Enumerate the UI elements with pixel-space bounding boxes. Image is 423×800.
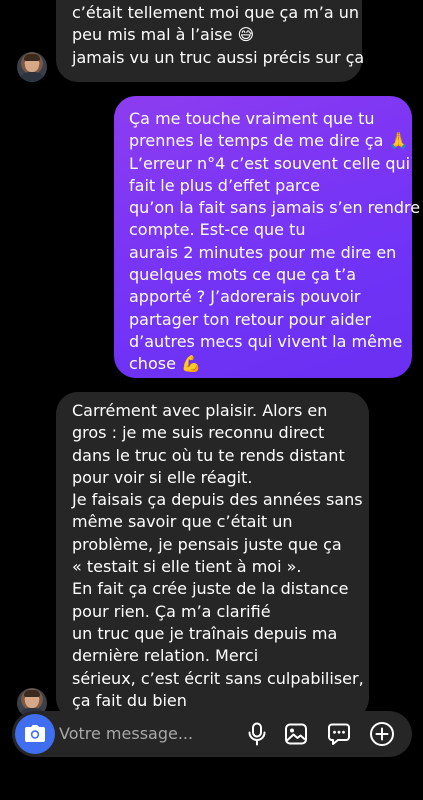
- microphone-button[interactable]: [243, 720, 271, 748]
- message-line: L’erreur n°4 c’est souvent celle qui: [129, 153, 411, 173]
- message-bubble-incoming[interactable]: Carrément avec plaisir. Alors en gros : …: [56, 392, 369, 720]
- sticker-button[interactable]: [325, 720, 353, 748]
- message-bubble-incoming[interactable]: c’était tellement moi que ça m’a un peu …: [56, 0, 365, 82]
- message-line: En fait ça crée juste de la distance: [72, 579, 349, 599]
- message-line: gros : je me suis reconnu direct: [72, 423, 325, 443]
- message-line: prennes le temps de me dire ça 🙏: [129, 131, 409, 151]
- message-line: compte. Est-ce que tu: [129, 220, 306, 240]
- message-line: chose 💪: [129, 354, 201, 374]
- message-line: fait le plus d’effet parce: [129, 175, 320, 195]
- camera-icon: [25, 725, 45, 742]
- camera-button[interactable]: [15, 714, 55, 754]
- message-bubble-outgoing[interactable]: Ça me touche vraiment que tu prennes le …: [114, 96, 421, 378]
- message-line: ça fait du bien: [72, 690, 187, 710]
- chat-screen: c’était tellement moi que ça m’a un peu …: [0, 0, 423, 800]
- message-line: Je faisais ça depuis des années sans: [72, 490, 363, 510]
- message-line: jamais vu un truc aussi précis sur ça: [72, 47, 365, 67]
- message-line: qu’on la fait sans jamais s’en rendre: [129, 198, 421, 218]
- message-line: partager ton retour pour aider: [129, 309, 372, 329]
- message-line: pour rien. Ça m’a clarifié: [72, 601, 271, 621]
- message-line: aurais 2 minutes pour me dire en: [129, 242, 397, 262]
- message-line: Carrément avec plaisir. Alors en: [72, 401, 328, 420]
- message-line: « testait si elle tient à moi ».: [72, 557, 302, 577]
- message-line: un truc que je traînais depuis ma: [72, 623, 338, 643]
- message-line: quelques mots ce que ça t’a: [129, 265, 357, 285]
- microphone-icon: [248, 722, 266, 746]
- message-line: problème, je pensais juste que ça: [72, 534, 342, 554]
- message-line: peu mis mal à l’aise 😅: [72, 25, 255, 45]
- message-input[interactable]: Votre message...: [59, 723, 193, 745]
- plus-icon: [370, 722, 394, 746]
- sender-avatar[interactable]: [17, 52, 47, 82]
- message-line: même savoir que c’était un: [72, 512, 293, 532]
- message-line: pour voir si elle réagit.: [72, 467, 253, 487]
- message-line: dans le truc où tu te rends distant: [72, 445, 345, 465]
- message-line: Ça me touche vraiment que tu: [129, 109, 375, 128]
- plus-button[interactable]: [368, 720, 396, 748]
- message-line: sérieux, c’est écrit sans culpabiliser,: [72, 668, 364, 688]
- message-line: c’était tellement moi que ça m’a un: [72, 3, 360, 22]
- message-line: dernière relation. Merci: [72, 646, 259, 666]
- message-line: d’autres mecs qui vivent la même: [129, 331, 403, 351]
- message-line: apporté ? J’adorerais pouvoir: [129, 287, 361, 307]
- gallery-button[interactable]: [282, 720, 310, 748]
- sticker-icon: [328, 723, 350, 745]
- message-composer: Votre message...: [12, 711, 412, 757]
- gallery-icon: [285, 723, 307, 745]
